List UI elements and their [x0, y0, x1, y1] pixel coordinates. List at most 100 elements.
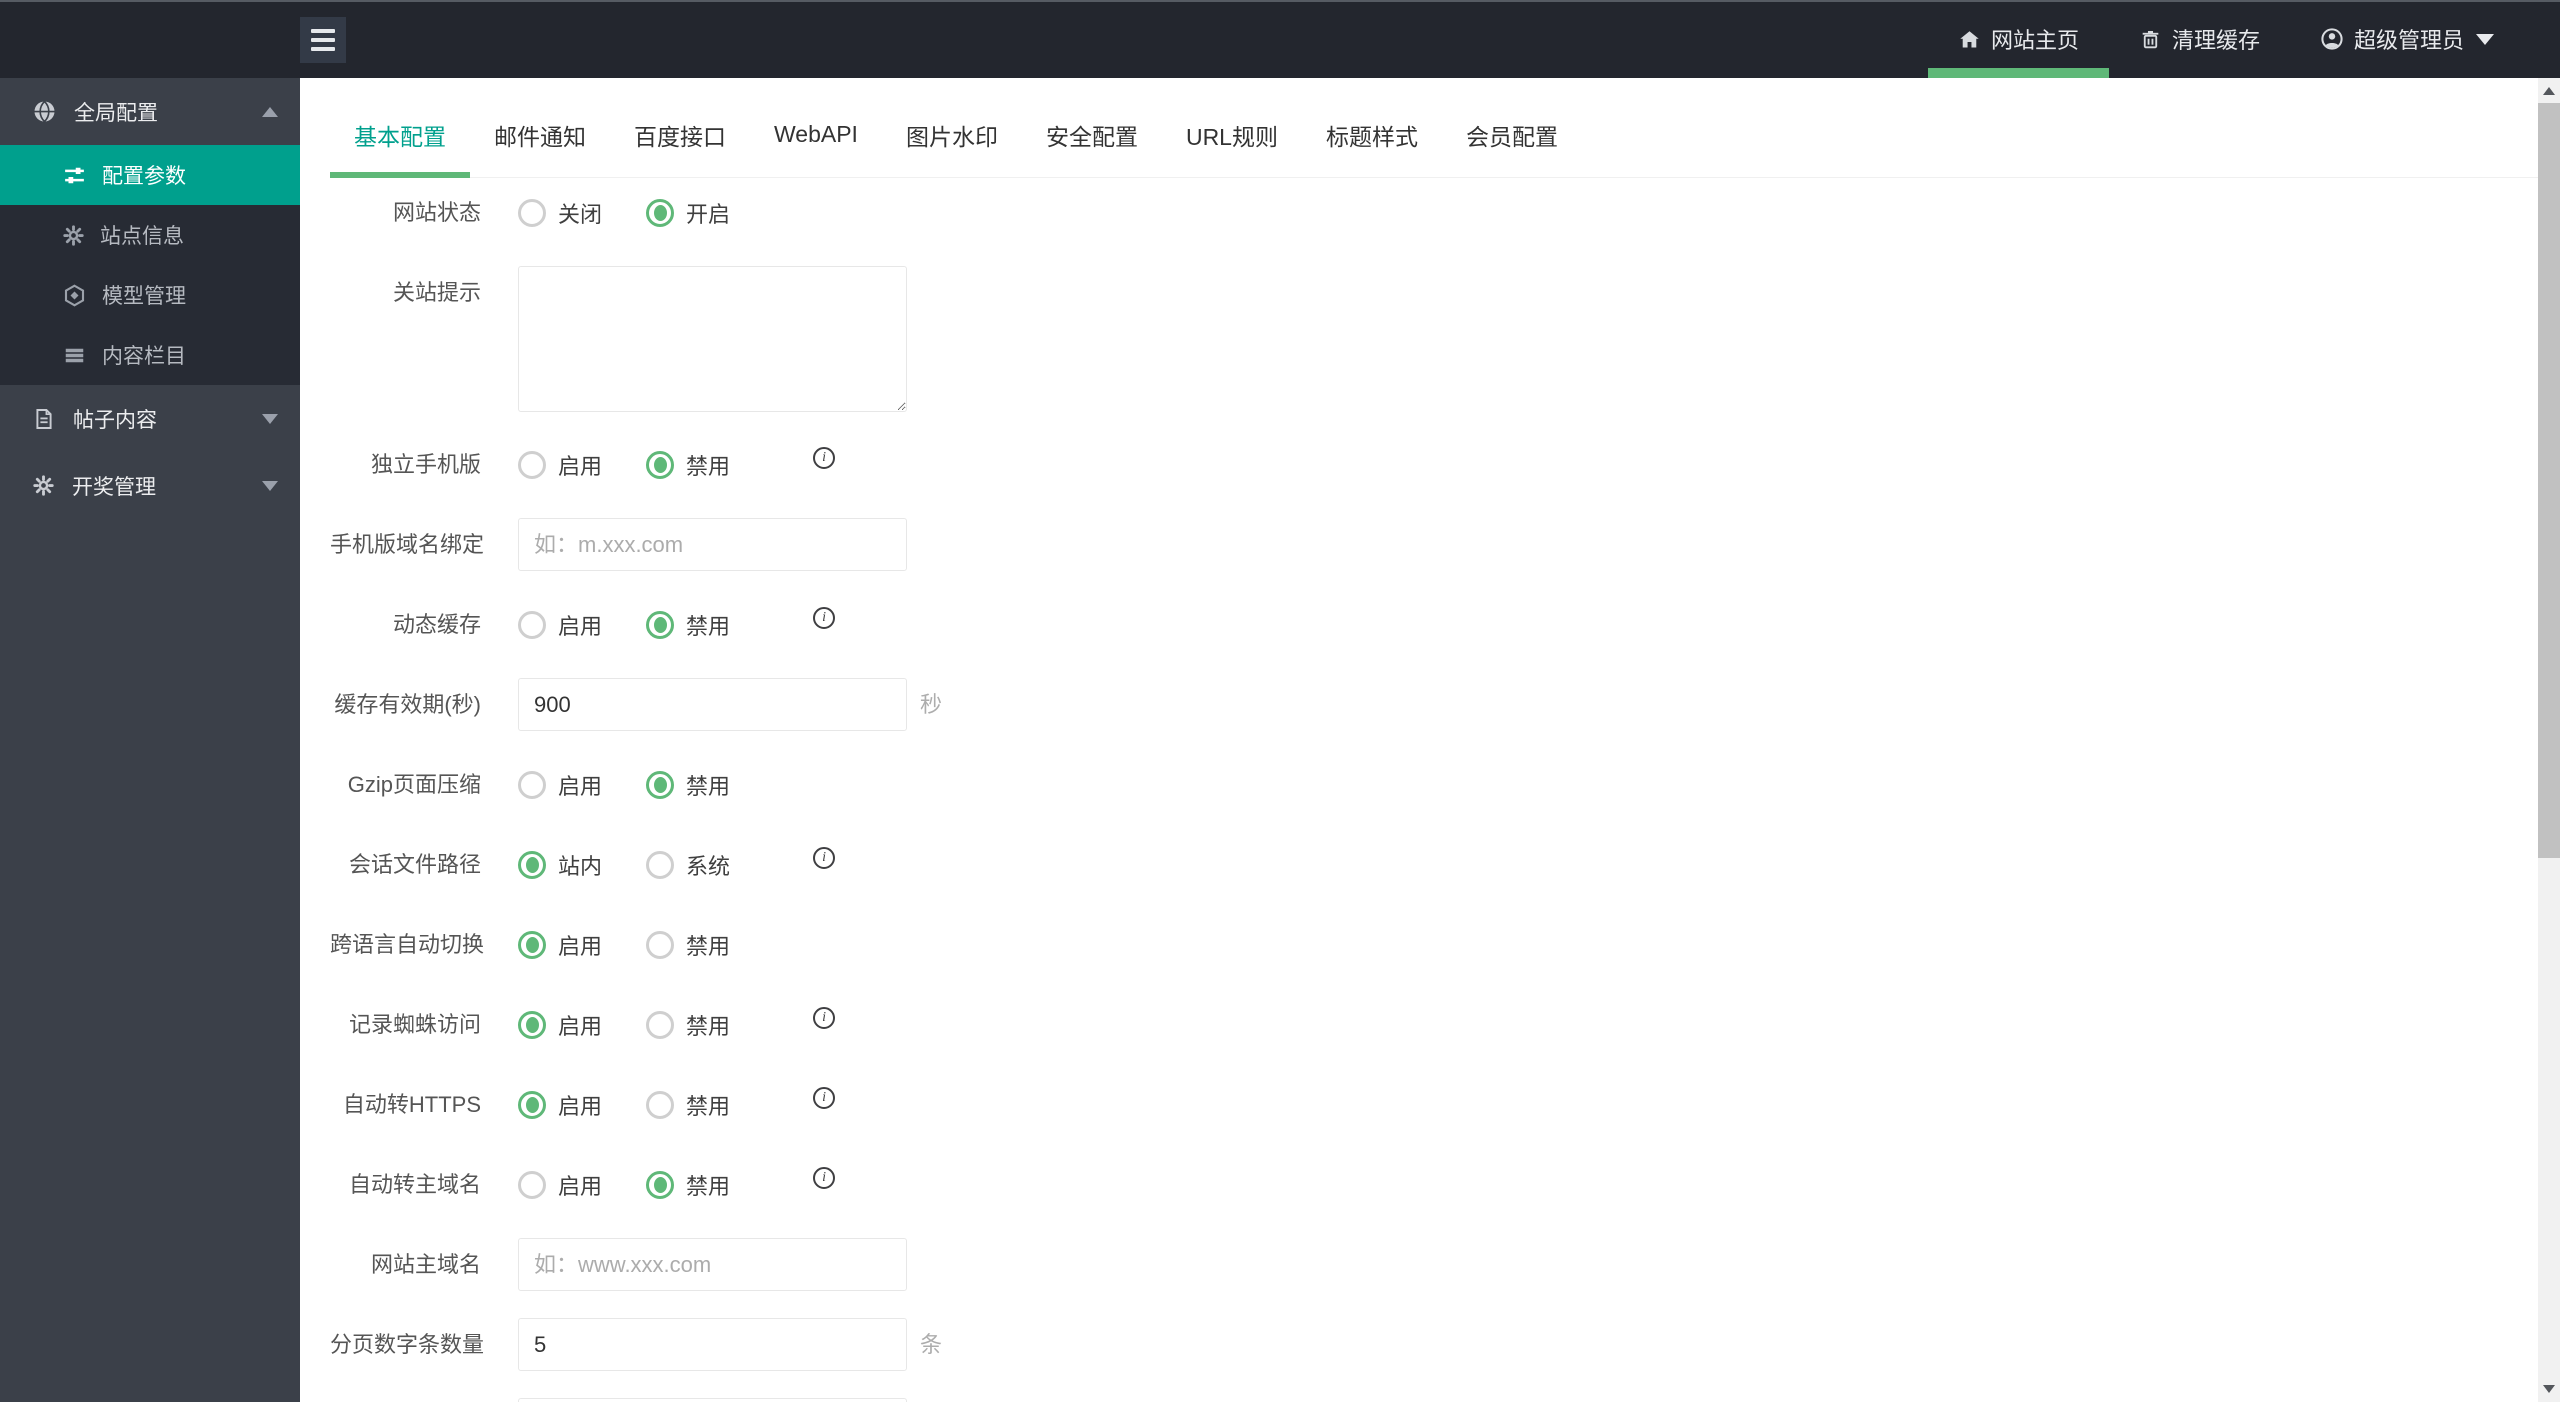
tab-3[interactable]: WebAPI: [750, 78, 882, 177]
form-control: [518, 266, 907, 412]
radio-option-7-0[interactable]: 站内: [518, 849, 602, 881]
header-nav: 网站主页 清理缓存 超级管理员: [1927, 0, 2524, 78]
radio-option-9-1[interactable]: 禁用: [646, 1009, 730, 1041]
settings-form: 网站状态关闭开启关站提示独立手机版启用禁用i手机版域名绑定动态缓存启用禁用i缓存…: [300, 178, 2560, 1402]
tab-1[interactable]: 邮件通知: [470, 78, 610, 177]
info-icon[interactable]: i: [813, 1007, 836, 1029]
header-nav-item-site-home[interactable]: 网站主页: [1927, 0, 2109, 78]
sidebar-item-0[interactable]: 全局配置: [0, 78, 300, 145]
radio-option-2-0[interactable]: 启用: [518, 449, 602, 481]
info-icon[interactable]: i: [813, 847, 836, 869]
info-icon[interactable]: i: [813, 1087, 836, 1109]
home-icon: [1958, 28, 1981, 51]
radio-option-label: 启用: [558, 614, 603, 639]
sidebar-subitem-0-1[interactable]: 站点信息: [0, 205, 300, 265]
radio-option-10-1[interactable]: 禁用: [646, 1089, 730, 1121]
form-row-14: [330, 1398, 2560, 1402]
sidebar-item-2[interactable]: 开奖管理: [0, 452, 300, 519]
form-control: [518, 1238, 907, 1291]
form-control: [518, 518, 907, 571]
tab-5[interactable]: 安全配置: [1022, 78, 1162, 177]
radio-group: 启用 禁用: [518, 758, 774, 812]
radio-circle-icon: [646, 1011, 675, 1039]
info-icon[interactable]: i: [813, 1167, 836, 1189]
tab-6[interactable]: URL规则: [1162, 78, 1302, 177]
form-textarea-1[interactable]: [518, 266, 907, 412]
radio-option-label: 站内: [558, 854, 603, 879]
radio-circle-icon: [646, 851, 675, 879]
scroll-down-button[interactable]: [2538, 1376, 2560, 1402]
form-input-14[interactable]: [518, 1398, 907, 1402]
info-icon[interactable]: i: [813, 607, 836, 629]
sidebar-subitem-0-3[interactable]: 内容栏目: [0, 325, 300, 385]
trash-icon: [2139, 28, 2162, 51]
sidebar-item-1[interactable]: 帖子内容: [0, 385, 300, 452]
gear-icon: [62, 224, 85, 247]
form-row-13: 分页数字条数量 条: [330, 1318, 2560, 1372]
scroll-up-button[interactable]: [2538, 78, 2560, 104]
form-label: 记录蜘蛛访问: [348, 1012, 481, 1037]
header-nav-item-clear-cache[interactable]: 清理缓存: [2109, 0, 2290, 78]
header-nav-item-admin-user[interactable]: 超级管理员: [2290, 0, 2524, 78]
form-control: 启用 禁用 i: [518, 598, 836, 652]
form-row-2: 独立手机版 启用 禁用 i: [330, 438, 2560, 492]
radio-circle-icon: [646, 451, 675, 479]
radio-option-8-1[interactable]: 禁用: [646, 929, 730, 961]
radio-option-0-1[interactable]: 开启: [646, 197, 730, 229]
radio-option-7-1[interactable]: 系统: [646, 849, 730, 881]
radio-option-11-0[interactable]: 启用: [518, 1169, 602, 1201]
radio-group: 站内 系统: [518, 838, 774, 892]
radio-option-6-0[interactable]: 启用: [518, 769, 602, 801]
radio-circle-icon: [518, 1171, 546, 1199]
scrollbar-thumb[interactable]: [2538, 103, 2560, 858]
radio-option-label: 禁用: [686, 1014, 731, 1039]
form-row-7: 会话文件路径 站内 系统 i: [330, 838, 2560, 892]
radio-option-10-0[interactable]: 启用: [518, 1089, 602, 1121]
form-input-13[interactable]: [518, 1318, 907, 1371]
form-label: 网站状态: [392, 200, 481, 225]
sidebar-item-label: 全局配置: [74, 101, 158, 125]
form-input-12[interactable]: [518, 1238, 907, 1291]
radio-option-4-1[interactable]: 禁用: [646, 609, 730, 641]
sliders-icon: [62, 163, 87, 188]
tab-0[interactable]: 基本配置: [330, 78, 470, 178]
info-icon[interactable]: i: [813, 447, 836, 469]
sidebar-subitem-0-2[interactable]: 模型管理: [0, 265, 300, 325]
form-input-5[interactable]: [518, 678, 907, 731]
radio-option-8-0[interactable]: 启用: [518, 929, 602, 961]
tab-8[interactable]: 会员配置: [1442, 78, 1582, 177]
radio-option-4-0[interactable]: 启用: [518, 609, 602, 641]
input-suffix-unit: 条: [920, 1332, 943, 1357]
form-row-10: 自动转HTTPS 启用 禁用 i: [330, 1078, 2560, 1132]
sidebar-subitem-0-0[interactable]: 配置参数: [0, 145, 300, 205]
tab-2[interactable]: 百度接口: [610, 78, 750, 177]
radio-option-label: 启用: [558, 774, 603, 799]
radio-option-label: 关闭: [558, 202, 603, 227]
sidebar-toggle-button[interactable]: [300, 17, 346, 63]
user-icon: [2320, 27, 2344, 51]
radio-option-0-0[interactable]: 关闭: [518, 197, 602, 229]
form-control: 启用 禁用: [518, 758, 774, 812]
sidebar-subitem-label: 配置参数: [102, 165, 186, 188]
tab-4[interactable]: 图片水印: [882, 78, 1022, 177]
main-content: 基本配置 邮件通知 百度接口 WebAPI 图片水印 安全配置 URL规则 标题样式 会员配置 …: [300, 78, 2560, 1402]
radio-option-6-1[interactable]: 禁用: [646, 769, 730, 801]
radio-option-11-1[interactable]: 禁用: [646, 1169, 730, 1201]
vertical-scrollbar: [2538, 78, 2560, 1402]
form-input-3[interactable]: [518, 518, 907, 571]
form-control: 秒: [518, 678, 942, 731]
form-row-1: 关站提示: [330, 266, 2560, 412]
form-label: 自动转HTTPS: [342, 1092, 481, 1117]
form-row-0: 网站状态 关闭 开启: [330, 186, 2560, 240]
radio-option-label: 禁用: [686, 1094, 731, 1119]
gear-icon: [32, 474, 55, 497]
form-control: 启用 禁用: [518, 918, 774, 972]
radio-circle-icon: [646, 931, 675, 959]
tab-7[interactable]: 标题样式: [1302, 78, 1442, 177]
radio-option-9-0[interactable]: 启用: [518, 1009, 602, 1041]
radio-option-2-1[interactable]: 禁用: [646, 449, 730, 481]
header-nav-label: 清理缓存: [2171, 28, 2260, 53]
radio-option-label: 禁用: [686, 1174, 731, 1199]
radio-circle-icon: [518, 451, 546, 479]
form-label: 自动转主域名: [348, 1172, 481, 1197]
